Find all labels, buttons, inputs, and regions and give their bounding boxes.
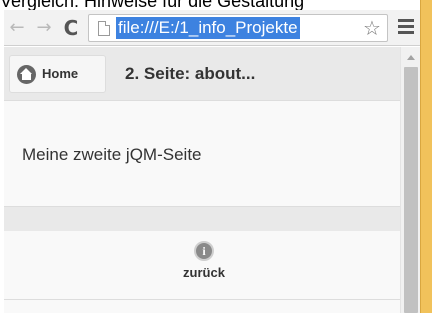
home-icon: [17, 65, 36, 84]
footer-band: [4, 207, 400, 231]
url-text[interactable]: file:///E:/1_info_Projekte: [116, 17, 300, 39]
scroll-thumb[interactable]: [404, 67, 418, 313]
content-text: Meine zweite jQM-Seite: [22, 145, 202, 164]
back-arrow-icon[interactable]: ←: [8, 17, 26, 39]
page-title: 2. Seite: about...: [125, 64, 256, 83]
info-icon: i: [194, 241, 214, 261]
page-footer: i zurück: [4, 206, 400, 300]
back-button[interactable]: i zurück: [164, 241, 244, 291]
page-header: Home 2. Seite: about...: [4, 47, 400, 101]
page-viewport: Home 2. Seite: about... Meine zweite jQM…: [4, 47, 400, 313]
vertical-scrollbar[interactable]: [400, 47, 420, 313]
reload-icon[interactable]: C: [62, 17, 80, 39]
home-button[interactable]: Home: [9, 55, 106, 93]
window-edge: [420, 0, 432, 313]
home-label: Home: [42, 66, 79, 81]
address-bar[interactable]: file:///E:/1_info_Projekte ☆: [88, 14, 388, 42]
page-icon: [98, 21, 110, 36]
bookmark-star-icon[interactable]: ☆: [360, 17, 384, 39]
browser-toolbar: ← → C file:///E:/1_info_Projekte ☆: [4, 10, 420, 46]
scroll-up-arrow-icon[interactable]: [407, 55, 415, 60]
hamburger-menu-icon[interactable]: [398, 19, 414, 35]
forward-arrow-icon[interactable]: →: [35, 17, 53, 39]
back-label: zurück: [183, 265, 225, 280]
